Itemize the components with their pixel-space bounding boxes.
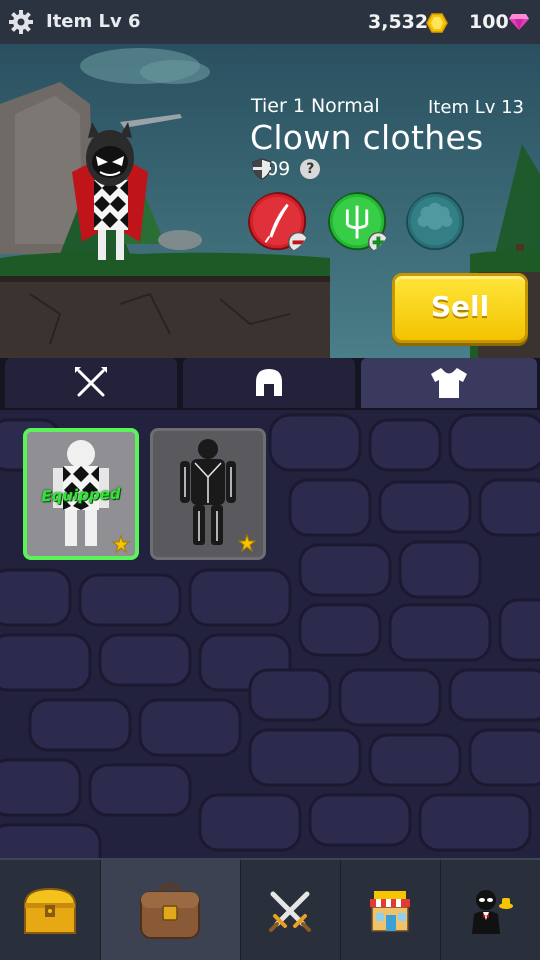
category-tabs bbox=[0, 358, 540, 410]
tab-weapons[interactable] bbox=[5, 358, 177, 408]
nav-battle[interactable] bbox=[240, 860, 340, 960]
treasure-chest-icon bbox=[23, 887, 77, 934]
gold-amount: 3,532 bbox=[368, 11, 429, 33]
item-tier: Tier 1 Normal bbox=[251, 95, 380, 117]
help-icon[interactable]: ? bbox=[300, 159, 321, 179]
sell-button[interactable]: Sell bbox=[392, 273, 528, 343]
butler-icon bbox=[472, 890, 513, 934]
item-level: Item Lv 13 bbox=[428, 97, 525, 118]
gear-icon[interactable] bbox=[8, 9, 34, 35]
crossed-swords-icon bbox=[269, 891, 311, 932]
inventory-slot-clown-suit[interactable]: Equipped bbox=[23, 428, 139, 560]
defense-stat: 109 ? bbox=[252, 158, 321, 180]
nav-bag[interactable] bbox=[100, 860, 240, 960]
bottom-navigation bbox=[0, 858, 540, 960]
helmet-icon bbox=[256, 369, 282, 396]
trident-plus-icon[interactable] bbox=[328, 192, 390, 254]
tab-armor[interactable] bbox=[361, 358, 537, 408]
item-preview-scene: Tier 1 Normal Item Lv 13 Clown clothes 1… bbox=[0, 44, 540, 358]
inventory-grid: Equipped bbox=[0, 410, 540, 858]
feather-minus-icon[interactable] bbox=[248, 192, 310, 254]
black-suit-icon bbox=[180, 439, 257, 553]
top-bar: Item Lv 6 3,532 100 bbox=[0, 0, 540, 44]
shirt-icon bbox=[431, 368, 467, 398]
pink-gem-icon bbox=[509, 14, 529, 30]
item-name: Clown clothes bbox=[250, 118, 484, 157]
nav-character[interactable] bbox=[440, 860, 540, 960]
nav-divider bbox=[340, 860, 341, 960]
gem-amount: 100 bbox=[469, 11, 509, 33]
inventory-slot-black-suit[interactable] bbox=[150, 428, 266, 560]
shield-icon bbox=[252, 158, 272, 180]
afro-hair-icon[interactable] bbox=[406, 192, 468, 254]
equipped-label: Equipped bbox=[41, 484, 121, 506]
nav-divider bbox=[440, 860, 441, 960]
nav-divider bbox=[100, 860, 101, 960]
backpack-icon bbox=[140, 883, 200, 939]
item-level-label: Item Lv 6 bbox=[46, 11, 141, 32]
nav-chest[interactable] bbox=[0, 860, 100, 960]
nav-divider bbox=[240, 860, 241, 960]
gold-coin-icon bbox=[426, 13, 448, 33]
nav-store[interactable] bbox=[340, 860, 440, 960]
tab-helmets[interactable] bbox=[183, 358, 355, 408]
crossed-weapons-icon bbox=[75, 367, 107, 397]
store-icon bbox=[370, 891, 410, 932]
